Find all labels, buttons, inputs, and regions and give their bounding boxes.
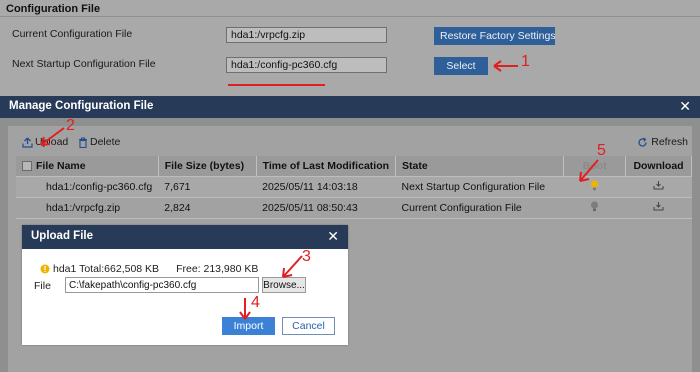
refresh-label: Refresh [651,136,688,148]
highlight-underline [228,84,325,86]
boot-cell [563,197,626,219]
restore-factory-button[interactable]: Restore Factory Settings [434,27,556,45]
download-cell [625,197,692,219]
annotation-arrow-2 [40,127,65,146]
file-label: File [34,280,51,292]
delete-label: Delete [90,136,121,148]
download-cell [625,176,692,198]
annotation-4: 4 [251,294,260,311]
refresh-icon [638,137,647,147]
current-config-field: hda1:/vrpcfg.zip [226,27,387,43]
col-state[interactable]: State [395,156,565,177]
annotation-2: 2 [66,117,75,134]
col-modified-time[interactable]: Time of Last Modification [256,156,397,177]
col-file-size[interactable]: File Size (bytes) [158,156,257,177]
col-download: Download [625,156,692,177]
file-name-cell: hda1:/config-pc360.cfg [16,176,159,198]
download-icon[interactable] [653,201,664,211]
modified-time-cell: 2025/05/11 14:03:18 [256,176,396,198]
upload-icon [22,137,33,148]
modified-time-cell: 2025/05/11 08:50:43 [256,197,396,219]
annotation-arrow-5 [579,159,599,182]
col-file-name[interactable]: File Name [16,156,159,177]
annotation-arrow-1 [493,60,518,72]
select-all-checkbox[interactable] [22,160,32,171]
section-title: Configuration File [6,3,101,15]
current-config-label: Current Configuration File [12,28,133,40]
close-icon[interactable]: ✕ [327,228,339,244]
disk-total: hda1 Total:662,508 KB [53,263,160,275]
trash-icon [79,136,87,148]
bulb-icon-inactive[interactable] [590,200,599,212]
divider [0,16,700,17]
dialog-header: Manage Configuration File ✕ [0,96,700,118]
next-startup-field: hda1:/config-pc360.cfg [226,57,387,73]
state-cell: Next Startup Configuration File [395,176,564,198]
disk-info: hda1 Total:662,508 KB Free: 213,980 KB [40,263,258,275]
toolbar: Upload Delete Refresh [16,134,692,152]
download-icon[interactable] [653,180,664,190]
table-row[interactable]: hda1:/vrpcfg.zip 2,824 2025/05/11 08:50:… [16,197,692,219]
file-size-cell: 2,824 [158,197,257,219]
config-file-page: Configuration File Current Configuration… [0,0,700,100]
annotation-1: 1 [521,53,530,70]
state-cell: Current Configuration File [395,197,564,219]
annotation-5: 5 [597,142,606,159]
disk-warning-icon [40,264,50,274]
next-startup-label: Next Startup Configuration File [12,58,156,70]
select-button[interactable]: Select [434,57,488,75]
refresh-button[interactable]: Refresh [637,136,688,148]
disk-free: Free: 213,980 KB [176,263,259,275]
annotation-arrow-4 [239,298,251,320]
upload-dialog-title: Upload File [31,230,93,242]
cancel-button[interactable]: Cancel [282,317,335,335]
close-icon[interactable]: ✕ [679,98,691,114]
upload-dialog-header: Upload File ✕ [22,225,348,249]
upload-file-dialog: Upload File ✕ hda1 Total:662,508 KB Free… [22,225,348,345]
dialog-title: Manage Configuration File [9,100,154,112]
annotation-arrow-3 [282,255,303,278]
file-path-input[interactable] [65,277,259,293]
delete-button[interactable]: Delete [78,136,120,148]
file-name-cell: hda1:/vrpcfg.zip [16,197,159,219]
file-size-cell: 7,671 [158,176,257,198]
